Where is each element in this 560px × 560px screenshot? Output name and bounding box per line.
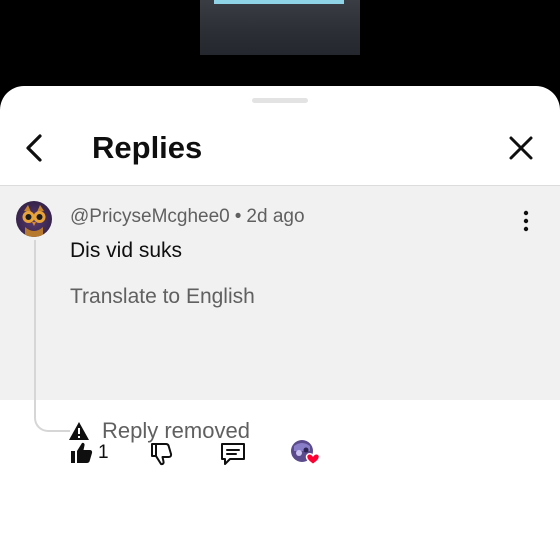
- removed-reply-label: Reply removed: [102, 418, 250, 443]
- video-frame: [200, 0, 360, 55]
- close-button[interactable]: [504, 130, 538, 166]
- more-options-button[interactable]: [516, 210, 536, 232]
- page-title: Replies: [92, 130, 203, 165]
- translate-button[interactable]: Translate to English: [70, 284, 255, 310]
- drag-handle[interactable]: [252, 98, 308, 103]
- comment-icon: [221, 443, 245, 465]
- comment-meta: @PricyseMcghee0 • 2d ago: [70, 206, 305, 228]
- parent-comment: @PricyseMcghee0 • 2d ago Dis vid suks Tran…: [0, 186, 560, 466]
- chevron-left-icon: [26, 134, 42, 162]
- creator-heart-badge[interactable]: [290, 438, 322, 468]
- like-button[interactable]: 1: [68, 440, 116, 468]
- comment-time: 2d ago: [246, 206, 305, 227]
- owl-avatar-icon: [22, 205, 46, 237]
- close-icon: [509, 136, 533, 160]
- dislike-button[interactable]: [148, 440, 176, 468]
- more-vertical-icon: [523, 210, 529, 232]
- video-frame-highlight: [214, 0, 344, 4]
- creator-heart-icon: [291, 440, 321, 466]
- avatar[interactable]: [16, 201, 52, 237]
- comment-text: Dis vid suks: [70, 239, 183, 262]
- warning-icon: [69, 422, 89, 440]
- back-button[interactable]: [18, 130, 50, 166]
- thumbs-down-icon: [151, 443, 173, 466]
- reply-button[interactable]: [218, 440, 248, 468]
- thread-connector: [34, 240, 70, 432]
- meta-separator: •: [234, 206, 242, 227]
- removed-reply: Reply removed: [68, 418, 250, 444]
- replies-sheet: Replies @PricyseMcghee0 • 2d ago Dis vid…: [0, 86, 560, 560]
- comment-author[interactable]: @PricyseMcghee0: [70, 206, 230, 227]
- sheet-header: Replies: [0, 116, 560, 186]
- like-count: 1: [98, 442, 109, 463]
